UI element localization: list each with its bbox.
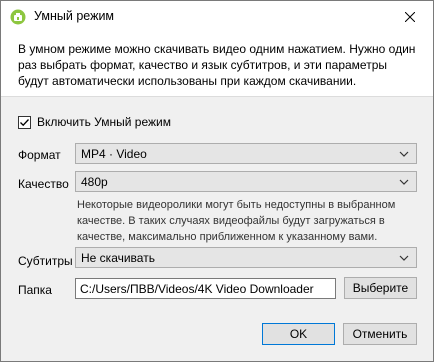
folder-path-input[interactable]: C:/Users/ПВВ/Videos/4K Video Downloader	[75, 278, 336, 299]
quality-label: Качество	[18, 177, 69, 191]
intro-text: В умном режиме можно скачивать видео одн…	[18, 42, 416, 88]
subtitles-select[interactable]: Не скачивать	[75, 247, 417, 268]
smart-mode-dialog: Умный режим В умном режиме можно скачива…	[0, 0, 434, 362]
4k-downloader-icon	[10, 9, 26, 25]
ok-button[interactable]: OK	[262, 323, 335, 345]
close-button[interactable]	[387, 1, 433, 32]
window-title: Умный режим	[34, 9, 115, 23]
subtitles-value: Не скачивать	[81, 250, 155, 265]
browse-button[interactable]: Выберите	[344, 277, 417, 299]
chevron-down-icon	[399, 179, 409, 185]
format-label: Формат	[18, 148, 61, 162]
folder-label: Папка	[18, 283, 52, 297]
quality-value: 480p	[81, 174, 108, 189]
cancel-label: Отменить	[352, 327, 408, 341]
smart-mode-label: Включить Умный режим	[37, 115, 171, 129]
quality-hint: Некоторые видеоролики могут быть недосту…	[77, 199, 396, 243]
smart-mode-checkbox[interactable]	[18, 115, 31, 129]
close-icon	[405, 11, 415, 22]
browse-label: Выберите	[352, 281, 409, 295]
folder-path-value: C:/Users/ПВВ/Videos/4K Video Downloader	[80, 281, 314, 296]
subtitles-label: Субтитры	[18, 254, 73, 268]
smart-mode-toggle[interactable]: Включить Умный режим	[18, 115, 171, 129]
quality-select[interactable]: 480p	[75, 171, 417, 192]
chevron-down-icon	[399, 151, 409, 157]
title-bar: Умный режим	[1, 1, 433, 32]
checkmark-icon	[20, 118, 29, 126]
format-select[interactable]: MP4 · Video	[75, 143, 417, 164]
intro-panel: В умном режиме можно скачивать видео одн…	[1, 32, 433, 97]
ok-label: OK	[289, 327, 308, 341]
format-value: MP4 · Video	[81, 146, 147, 161]
chevron-down-icon	[399, 255, 409, 261]
cancel-button[interactable]: Отменить	[343, 323, 417, 345]
